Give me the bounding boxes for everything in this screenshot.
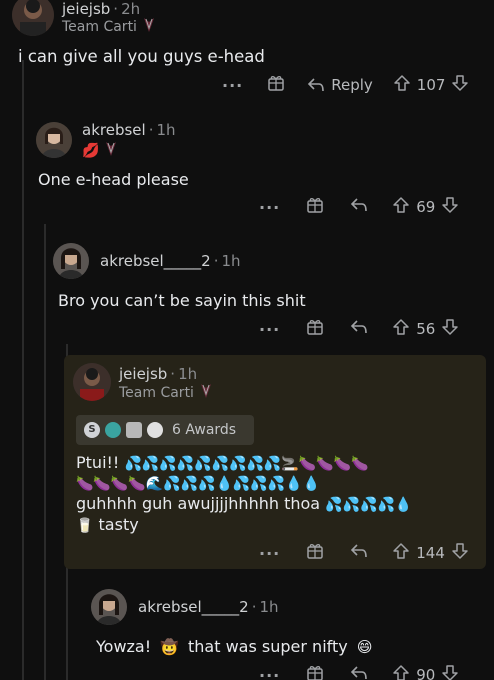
reply-arrow-icon[interactable] bbox=[350, 197, 368, 217]
comment-body: Bro you can’t be sayin this shit bbox=[58, 291, 306, 310]
user-flair: Team Carti bbox=[119, 382, 214, 404]
wholesome-award-icon bbox=[126, 422, 142, 438]
user-flair: 💋 bbox=[82, 140, 119, 162]
avatar[interactable] bbox=[12, 0, 54, 36]
reply-arrow-icon[interactable] bbox=[350, 543, 368, 563]
upvote-arrow-icon[interactable] bbox=[392, 196, 410, 218]
emoji-run: 🍆🍆🍆🍆🌊💦💦💦💧💦💦💦💧💧 bbox=[76, 476, 321, 492]
timestamp: 1h bbox=[156, 121, 176, 139]
flair-label: Team Carti bbox=[119, 385, 194, 401]
username[interactable]: jeiejsb bbox=[119, 365, 167, 383]
vote-count: 69 bbox=[416, 198, 436, 216]
downvote-arrow-icon[interactable] bbox=[451, 542, 469, 564]
upvote-arrow-icon[interactable] bbox=[392, 318, 410, 340]
award-gift-icon[interactable] bbox=[306, 542, 324, 564]
comment-header: akrebsel_____2 · 1h bbox=[100, 252, 241, 270]
emoji-run: 💦💦💦💦💧 bbox=[325, 497, 413, 513]
upvote-arrow-icon[interactable] bbox=[392, 542, 410, 564]
thread-line-2 bbox=[44, 224, 46, 680]
comment-actions: ··· 69 bbox=[259, 196, 459, 218]
flair-icon bbox=[198, 382, 214, 404]
more-options-icon[interactable]: ··· bbox=[259, 544, 280, 563]
upvote-arrow-icon[interactable] bbox=[392, 664, 410, 680]
helpful-award-icon bbox=[105, 422, 121, 438]
awards-bar[interactable]: S 6 Awards bbox=[76, 415, 254, 445]
flair-icon bbox=[103, 140, 119, 162]
reply-button[interactable]: Reply bbox=[307, 76, 373, 94]
lips-icon: 💋 bbox=[82, 143, 100, 159]
reply-arrow-icon[interactable] bbox=[350, 319, 368, 339]
comment-body-line-4: 🥛 tasty bbox=[76, 515, 139, 534]
downvote-arrow-icon[interactable] bbox=[441, 318, 459, 340]
vote-count: 56 bbox=[416, 320, 436, 338]
vote-count: 144 bbox=[416, 544, 445, 562]
timestamp: 1h bbox=[259, 598, 279, 616]
awards-count: 6 Awards bbox=[172, 422, 237, 438]
flair-label: Team Carti bbox=[62, 19, 137, 35]
milk-emoji: 🥛 bbox=[76, 518, 94, 534]
silver-award-icon: S bbox=[84, 422, 100, 438]
cowboy-emoji: 🤠 bbox=[160, 638, 179, 656]
downvote-arrow-icon[interactable] bbox=[441, 196, 459, 218]
vote-count: 107 bbox=[416, 76, 446, 94]
comment-actions: ··· 90 bbox=[259, 664, 459, 680]
award-gift-icon[interactable] bbox=[267, 74, 285, 96]
comment-actions: ··· 144 bbox=[259, 542, 469, 564]
upvote-arrow-icon[interactable] bbox=[393, 74, 411, 96]
thread-line-1 bbox=[22, 60, 24, 680]
downvote-arrow-icon[interactable] bbox=[451, 74, 469, 96]
downvote-arrow-icon[interactable] bbox=[441, 664, 459, 680]
grinning-emoji: 😄 bbox=[356, 638, 373, 656]
comment-header: jeiejsb · 1h bbox=[119, 365, 198, 383]
vote-count: 90 bbox=[416, 666, 436, 680]
comment-body: One e-head please bbox=[38, 170, 189, 189]
reply-arrow-icon bbox=[308, 78, 325, 92]
comment-header: akrebsel_____2 · 1h bbox=[138, 598, 279, 616]
username[interactable]: akrebsel_____2 bbox=[100, 252, 211, 270]
timestamp: 1h bbox=[221, 252, 241, 270]
laugh-award-icon bbox=[147, 422, 163, 438]
award-gift-icon[interactable] bbox=[306, 318, 324, 340]
avatar[interactable] bbox=[36, 122, 72, 158]
comment-actions: ··· 56 bbox=[259, 318, 459, 340]
comment-header: akrebsel · 1h bbox=[82, 121, 176, 139]
comment-body: i can give all you guys e-head bbox=[18, 47, 265, 66]
avatar[interactable] bbox=[53, 243, 89, 279]
comment-body-line-2: 🍆🍆🍆🍆🌊💦💦💦💧💦💦💦💧💧 bbox=[76, 472, 320, 495]
award-gift-icon[interactable] bbox=[306, 196, 324, 218]
username[interactable]: akrebsel_____2 bbox=[138, 598, 249, 616]
username[interactable]: akrebsel bbox=[82, 121, 146, 139]
flair-icon bbox=[141, 16, 157, 38]
avatar[interactable] bbox=[91, 589, 127, 625]
more-options-icon[interactable]: ··· bbox=[259, 320, 280, 339]
more-options-icon[interactable]: ··· bbox=[259, 666, 280, 680]
reply-arrow-icon[interactable] bbox=[350, 665, 368, 680]
comment-actions: ··· Reply 107 bbox=[222, 74, 469, 96]
user-flair: Team Carti bbox=[62, 16, 157, 38]
more-options-icon[interactable]: ··· bbox=[222, 76, 243, 95]
emoji-run: 💦💦💦💦💦💦💦💦💦🚬🍆🍆🍆🍆 bbox=[124, 456, 369, 472]
more-options-icon[interactable]: ··· bbox=[259, 198, 280, 217]
award-gift-icon[interactable] bbox=[306, 664, 324, 680]
avatar[interactable] bbox=[73, 363, 111, 401]
comment-body-line-3: guhhhh guh awujjjjhhhhh thoa 💦💦💦💦💧 bbox=[76, 494, 413, 513]
comment-body: Yowza! 🤠 that was super nifty 😄 bbox=[96, 637, 373, 656]
timestamp: 1h bbox=[178, 365, 198, 383]
